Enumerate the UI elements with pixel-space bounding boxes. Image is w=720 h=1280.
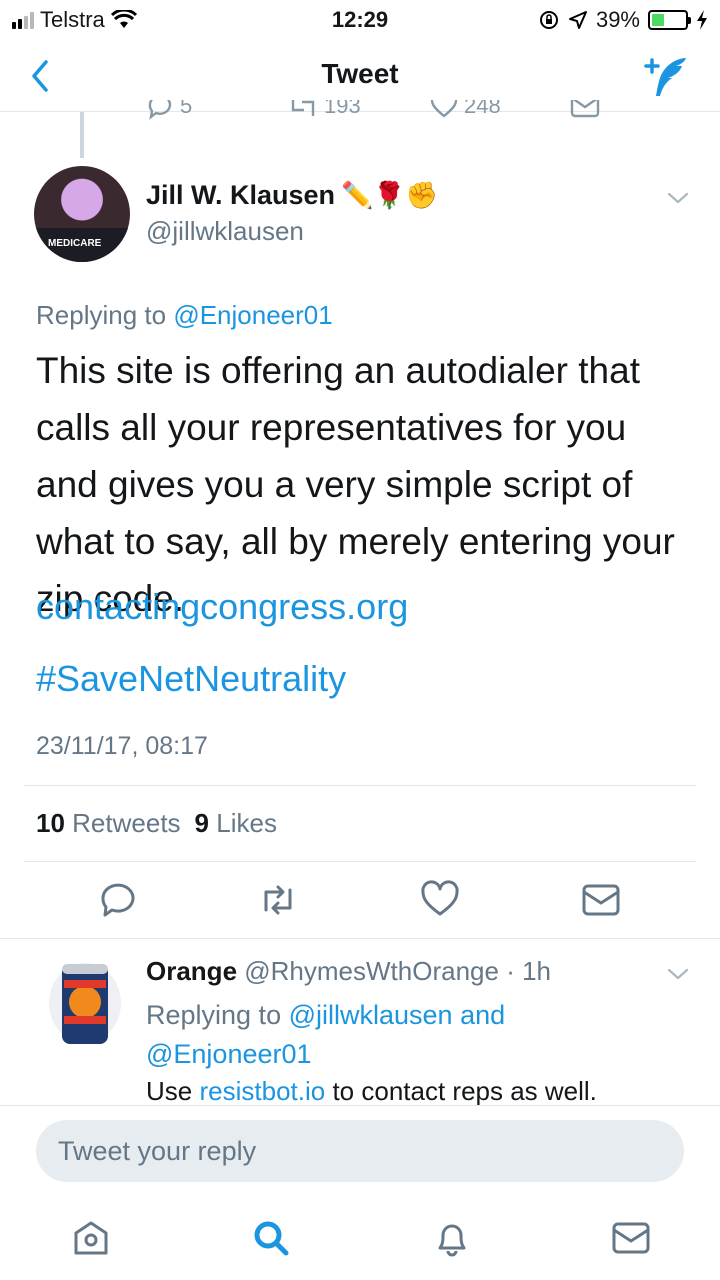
previous-reply-count: 5: [180, 100, 193, 118]
reply-replying-and: and: [460, 1000, 506, 1030]
author-emojis: ✏️🌹✊: [341, 180, 439, 210]
battery-percent: 39%: [595, 7, 640, 32]
page-title: Tweet: [321, 58, 399, 89]
tweet-stats: 10 Retweets 9 Likes: [36, 808, 277, 839]
notifications-icon[interactable]: [432, 1218, 472, 1258]
reply-tweet[interactable]: Orange @RhymesWthOrange · 1h Replying to…: [0, 940, 720, 1105]
reply-replying-link-2[interactable]: @Enjoneer01: [146, 1039, 312, 1069]
reply-replying-prefix: Replying to: [146, 1000, 282, 1030]
charging-icon: [697, 10, 707, 30]
avatar-caption: MEDICARE: [34, 228, 130, 262]
dm-icon: [570, 100, 600, 118]
tweet-hashtag[interactable]: #SaveNetNeutrality: [36, 658, 346, 700]
divider: [0, 938, 720, 939]
author-name-row[interactable]: Jill W. Klausen ✏️🌹✊: [146, 180, 438, 211]
reply-composer: [0, 1105, 720, 1200]
status-bar: Telstra 12:29 39%: [0, 0, 720, 40]
author-name[interactable]: Jill W. Klausen: [146, 180, 335, 211]
reply-author-handle[interactable]: @RhymesWthOrange: [244, 956, 499, 986]
reply-header: Orange @RhymesWthOrange · 1h: [146, 956, 551, 986]
like-icon: [430, 100, 458, 118]
previous-like-count: 248: [464, 100, 501, 118]
avatar[interactable]: MEDICARE: [34, 166, 130, 262]
replying-to-link[interactable]: @Enjoneer01: [173, 300, 332, 330]
rotation-lock-icon: [539, 11, 558, 29]
compose-icon[interactable]: [640, 54, 690, 98]
reply-author-name[interactable]: Orange: [146, 956, 237, 986]
reply-time: 1h: [522, 956, 551, 986]
thread-line: [80, 112, 84, 158]
tweet-timestamp: 23/11/17, 08:17: [36, 732, 208, 760]
messages-icon[interactable]: [611, 1218, 651, 1258]
like-icon[interactable]: [420, 880, 460, 920]
reply-replying-link-1[interactable]: @jillwklausen: [289, 1000, 453, 1030]
location-icon: [568, 11, 587, 29]
divider: [24, 785, 696, 786]
retweet-icon: [291, 100, 315, 116]
reply-text-link[interactable]: resistbot.io: [199, 1076, 325, 1105]
divider: [24, 861, 696, 862]
tweet-actions: [0, 880, 720, 920]
chevron-down-icon[interactable]: [666, 190, 690, 206]
like-label: Likes: [216, 808, 277, 838]
tweet-text: This site is offering an autodialer that…: [36, 350, 675, 619]
home-icon[interactable]: [71, 1218, 111, 1258]
reply-text-after: to contact reps as well.: [332, 1076, 597, 1105]
search-icon[interactable]: [251, 1218, 291, 1258]
author-handle[interactable]: @jillwklausen: [146, 216, 304, 247]
reply-replying-to: Replying to @jillwklausen and @Enjoneer0…: [146, 996, 566, 1074]
like-stat[interactable]: 9 Likes: [195, 808, 277, 839]
retweet-stat[interactable]: 10 Retweets: [36, 808, 181, 839]
previous-tweet-actions: 5 193 248: [130, 100, 630, 128]
reply-icon: [148, 100, 172, 120]
reply-avatar[interactable]: [44, 958, 126, 1048]
replying-to: Replying to @Enjoneer01: [36, 300, 333, 331]
like-count: 9: [194, 808, 210, 838]
tweet-link[interactable]: contactingcongress.org: [36, 586, 408, 628]
retweet-icon[interactable]: [258, 880, 298, 920]
reply-text: Use resistbot.io to contact reps as well…: [146, 1076, 597, 1105]
reply-text-before: Use: [146, 1076, 193, 1105]
retweet-count: 10: [36, 808, 65, 838]
tab-bar: [0, 1200, 720, 1280]
reply-icon[interactable]: [98, 880, 138, 920]
replying-prefix: Replying to: [36, 300, 167, 330]
chevron-down-icon[interactable]: [666, 966, 690, 982]
reply-input[interactable]: [36, 1120, 684, 1182]
dm-icon[interactable]: [581, 880, 621, 920]
previous-retweet-count: 193: [324, 100, 361, 118]
retweet-label: Retweets: [72, 808, 181, 838]
battery-icon: [648, 10, 691, 30]
